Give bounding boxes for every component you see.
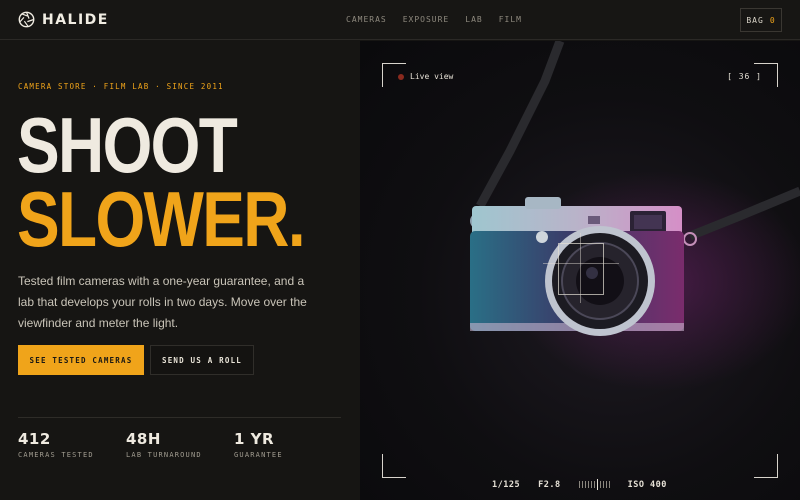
viewfinder-panel[interactable]: Live view [ 36 ] 1/125 F2.8 ISO 400 — [360, 41, 800, 500]
hero-kicker: CAMERA STORE · FILM LAB · SINCE 2011 — [18, 82, 224, 91]
iso-value: ISO 400 — [627, 479, 667, 490]
stat-value: 412 — [18, 430, 51, 448]
exposure-readout: 1/125 F2.8 ISO 400 — [492, 479, 667, 490]
nav-item-cameras[interactable]: CAMERAS — [346, 15, 387, 24]
hero-description: Tested film cameras with a one-year guar… — [18, 274, 307, 330]
stat-value: 1 YR — [234, 430, 275, 448]
bag-count: 0 — [769, 15, 776, 25]
stat-lab-turnaround: 48H LAB TURNAROUND — [126, 430, 202, 459]
frame-corner-bottom-left — [382, 454, 406, 478]
stat-value: 48H — [126, 430, 161, 448]
frame-corner-bottom-right — [754, 454, 778, 478]
bag-label: BAG — [746, 15, 764, 25]
site-header: HALIDE CAMERAS EXPOSURE LAB FILM BAG 0 — [0, 0, 800, 40]
stat-label: LAB TURNAROUND — [126, 451, 202, 459]
stats-divider — [18, 417, 341, 418]
hero-title-line2: SLOWER. — [17, 175, 306, 263]
stat-cameras-tested: 412 CAMERAS TESTED — [18, 430, 94, 459]
brand-logo[interactable]: HALIDE — [18, 11, 109, 28]
nav-item-lab[interactable]: LAB — [465, 15, 482, 24]
light-meter-scale — [578, 479, 610, 490]
main-nav: CAMERAS EXPOSURE LAB FILM — [346, 15, 522, 24]
live-view-indicator: Live view — [398, 72, 453, 81]
stat-label: CAMERAS TESTED — [18, 451, 94, 459]
see-tested-cameras-button[interactable]: SEE TESTED CAMERAS — [18, 345, 144, 375]
aperture-value: F2.8 — [538, 479, 561, 490]
live-view-label: Live view — [410, 72, 454, 81]
brand-name: HALIDE — [42, 11, 109, 28]
shots-remaining: [ 36 ] — [727, 72, 762, 81]
shutter-speed: 1/125 — [492, 479, 521, 490]
record-dot-icon — [398, 73, 404, 80]
bag-button[interactable]: BAG 0 — [740, 8, 782, 32]
send-roll-button[interactable]: SEND US A ROLL — [150, 345, 254, 375]
focus-box — [558, 243, 604, 295]
stat-label: GUARANTEE — [234, 451, 283, 459]
stat-guarantee: 1 YR GUARANTEE — [234, 430, 283, 459]
aperture-icon — [18, 11, 35, 28]
nav-item-exposure[interactable]: EXPOSURE — [403, 15, 450, 24]
nav-item-film[interactable]: FILM — [499, 15, 522, 24]
hero-title-line1: SHOOT — [17, 101, 238, 189]
